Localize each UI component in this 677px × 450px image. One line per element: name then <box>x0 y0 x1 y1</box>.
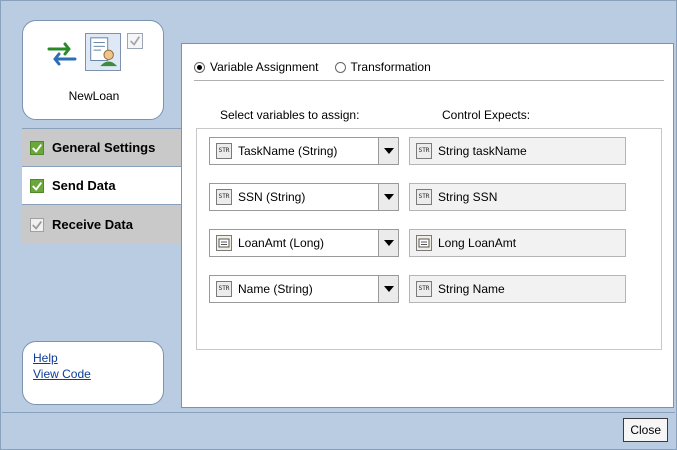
variable-assignment-label: Variable Assignment <box>210 60 319 74</box>
chevron-down-icon[interactable] <box>378 138 398 164</box>
long-type-icon <box>216 235 232 251</box>
string-type-icon: STR <box>416 143 432 159</box>
string-type-icon: STR <box>216 143 232 159</box>
assignment-panel: Variable Assignment Transformation Selec… <box>181 43 674 408</box>
nav-item-send-data[interactable]: Send Data <box>22 166 182 204</box>
green-check-icon <box>30 140 44 155</box>
string-type-icon: STR <box>416 189 432 205</box>
expected-type-field: STR String taskName <box>409 137 626 165</box>
control-expects-heading: Control Expects: <box>442 108 531 122</box>
gray-check-icon <box>30 217 44 232</box>
help-link[interactable]: Help <box>33 350 153 366</box>
assignment-row: LoanAmt (Long) Long LoanAmt <box>209 229 649 257</box>
chevron-down-icon[interactable] <box>378 276 398 302</box>
nav-item-label: Receive Data <box>52 217 133 232</box>
variable-select[interactable]: STR Name (String) <box>209 275 399 303</box>
expected-type-field: STR String SSN <box>409 183 626 211</box>
assignment-row: STR Name (String) STR String Name <box>209 275 649 303</box>
string-type-icon: STR <box>416 281 432 297</box>
nav-item-receive-data[interactable]: Receive Data <box>22 204 182 244</box>
expected-type-field: STR String Name <box>409 275 626 303</box>
nav-item-label: General Settings <box>52 140 156 155</box>
chevron-down-icon[interactable] <box>378 230 398 256</box>
dialog-footer: Close <box>2 412 675 449</box>
close-button[interactable]: Close <box>623 418 668 442</box>
nav-item-general-settings[interactable]: General Settings <box>22 128 182 166</box>
exchange-arrows-icon <box>47 42 77 66</box>
transformation-radio[interactable] <box>334 61 346 73</box>
transformation-label: Transformation <box>350 60 431 74</box>
assignment-row: STR TaskName (String) STR String taskNam… <box>209 137 649 165</box>
variable-select[interactable]: LoanAmt (Long) <box>209 229 399 257</box>
variable-select[interactable]: STR SSN (String) <box>209 183 399 211</box>
chevron-down-icon[interactable] <box>378 184 398 210</box>
variable-assignment-radio[interactable] <box>194 61 205 73</box>
assignment-grid: STR TaskName (String) STR String taskNam… <box>196 128 662 350</box>
form-user-icon <box>85 33 121 71</box>
divider <box>194 80 664 81</box>
node-name-label: NewLoan <box>68 89 120 103</box>
variable-select[interactable]: STR TaskName (String) <box>209 137 399 165</box>
nav-item-label: Send Data <box>52 178 116 193</box>
mode-radio-group: Variable Assignment Transformation <box>194 60 447 74</box>
help-card: Help View Code <box>22 341 164 405</box>
node-card: NewLoan <box>22 20 164 120</box>
select-variables-heading: Select variables to assign: <box>220 108 360 122</box>
string-type-icon: STR <box>216 281 232 297</box>
disabled-checkbox-icon <box>127 33 143 49</box>
string-type-icon: STR <box>216 189 232 205</box>
green-check-icon <box>30 178 44 193</box>
view-code-link[interactable]: View Code <box>33 366 153 382</box>
expected-type-field: Long LoanAmt <box>409 229 626 257</box>
long-type-icon <box>416 235 432 251</box>
assignment-row: STR SSN (String) STR String SSN <box>209 183 649 211</box>
dialog-window: NewLoan General Settings Send Data Recei… <box>0 0 677 450</box>
